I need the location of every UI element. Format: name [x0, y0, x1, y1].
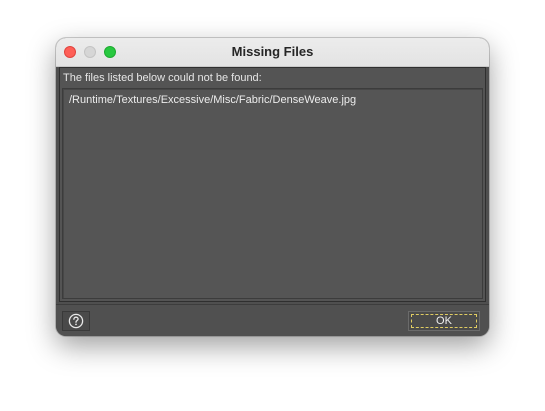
title-bar[interactable]: Missing Files	[56, 38, 489, 67]
help-button[interactable]	[62, 311, 90, 331]
list-item[interactable]: /Runtime/Textures/Excessive/Misc/Fabric/…	[69, 94, 356, 106]
missing-files-dialog: Missing Files The files listed below cou…	[56, 38, 489, 336]
question-mark-circle-icon	[68, 313, 84, 329]
window-title: Missing Files	[231, 44, 314, 59]
missing-files-list[interactable]: /Runtime/Textures/Excessive/Misc/Fabric/…	[62, 88, 483, 299]
content-panel: The files listed below could not be foun…	[59, 67, 486, 302]
ok-button-label: OK	[436, 315, 452, 327]
button-bar: OK	[56, 304, 489, 336]
missing-files-message: The files listed below could not be foun…	[63, 72, 262, 84]
ok-button[interactable]: OK	[408, 311, 480, 331]
